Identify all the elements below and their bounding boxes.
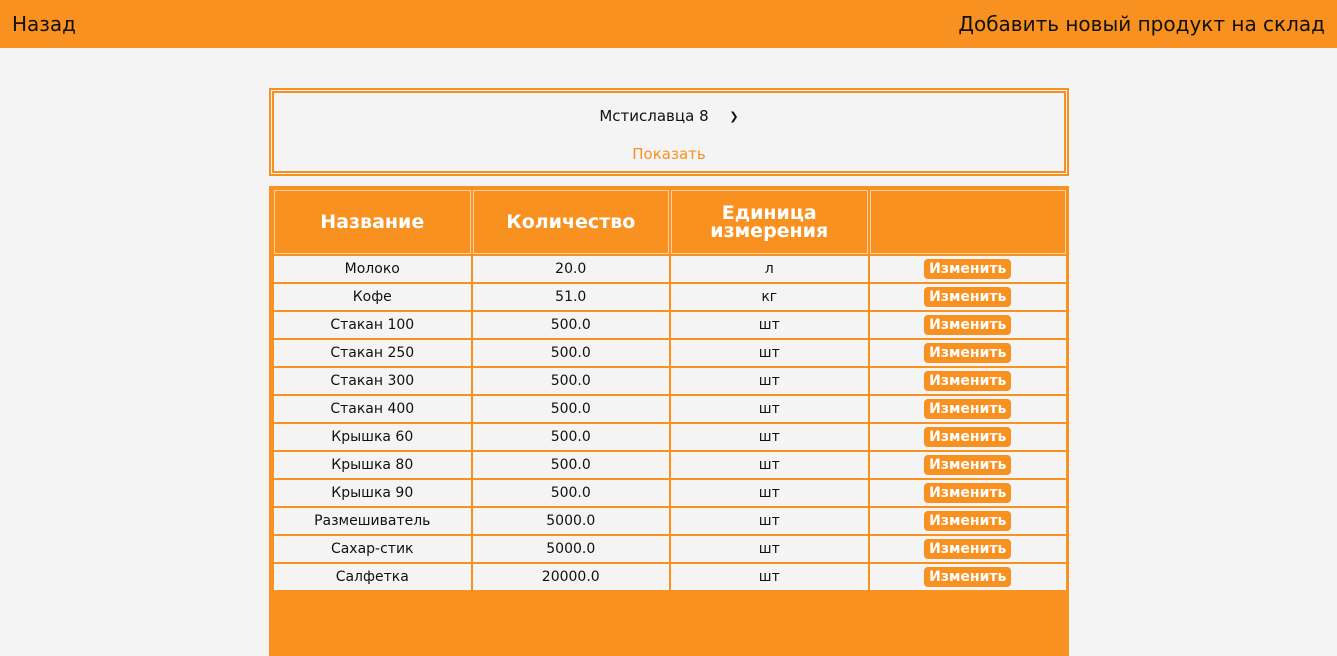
cell-unit: шт [671,508,868,534]
edit-button[interactable]: Изменить [924,427,1012,447]
cell-unit: шт [671,452,868,478]
edit-button[interactable]: Изменить [924,455,1012,475]
cell-unit: шт [671,564,868,590]
cell-quantity: 5000.0 [472,508,669,534]
cell-quantity: 500.0 [472,340,669,366]
cell-quantity: 500.0 [472,368,669,394]
cell-unit: шт [671,340,868,366]
edit-button[interactable]: Изменить [924,371,1012,391]
cell-actions: Изменить [869,312,1066,338]
table-row: Крышка 80 500.0 шт Изменить [274,452,1066,478]
cell-quantity: 5000.0 [472,536,669,562]
edit-button[interactable]: Изменить [924,315,1012,335]
cell-actions: Изменить [869,396,1066,422]
cell-unit: шт [671,424,868,450]
table-row: Молоко 20.0 л Изменить [274,256,1066,282]
cell-name: Размешиватель [274,508,471,534]
cell-name: Салфетка [274,564,471,590]
cell-name: Крышка 90 [274,480,471,506]
cell-unit: шт [671,480,868,506]
table-row: Кофе 51.0 кг Изменить [274,284,1066,310]
cell-unit: шт [671,396,868,422]
cell-quantity: 500.0 [472,396,669,422]
show-button[interactable]: Показать [274,145,1064,163]
cell-name: Стакан 100 [274,312,471,338]
cell-actions: Изменить [869,368,1066,394]
table-row: Крышка 90 500.0 шт Изменить [274,480,1066,506]
cell-name: Молоко [274,256,471,282]
cell-unit: шт [671,312,868,338]
cell-name: Стакан 250 [274,340,471,366]
cell-quantity: 500.0 [472,312,669,338]
cell-actions: Изменить [869,340,1066,366]
cell-actions: Изменить [869,256,1066,282]
cell-quantity: 500.0 [472,480,669,506]
header-unit: Единица измерения [671,190,868,254]
table-row: Крышка 60 500.0 шт Изменить [274,424,1066,450]
location-select-value: Мстиславца 8 [599,107,709,125]
cell-name: Стакан 300 [274,368,471,394]
table-row: Сахар-стик 5000.0 шт Изменить [274,536,1066,562]
cell-actions: Изменить [869,452,1066,478]
cell-quantity: 20.0 [472,256,669,282]
cell-quantity: 500.0 [472,424,669,450]
edit-button[interactable]: Изменить [924,399,1012,419]
cell-name: Стакан 400 [274,396,471,422]
cell-quantity: 500.0 [472,452,669,478]
cell-quantity: 20000.0 [472,564,669,590]
edit-button[interactable]: Изменить [924,259,1012,279]
table-header-row: Название Количество Единица измерения [274,190,1066,254]
chevron-down-icon: ❯ [729,110,739,123]
cell-actions: Изменить [869,564,1066,590]
cell-name: Крышка 60 [274,424,471,450]
header-quantity: Количество [472,190,669,254]
cell-actions: Изменить [869,284,1066,310]
edit-button[interactable]: Изменить [924,343,1012,363]
cell-unit: кг [671,284,868,310]
table-row: Стакан 400 500.0 шт Изменить [274,396,1066,422]
top-nav-bar: Назад Добавить новый продукт на склад [0,0,1337,48]
edit-button[interactable]: Изменить [924,539,1012,559]
cell-name: Сахар-стик [274,536,471,562]
header-actions [869,190,1066,254]
cell-actions: Изменить [869,480,1066,506]
table-row: Стакан 250 500.0 шт Изменить [274,340,1066,366]
cell-unit: л [671,256,868,282]
stock-table-container: Название Количество Единица измерения Мо… [269,186,1069,656]
table-row: Стакан 300 500.0 шт Изменить [274,368,1066,394]
cell-quantity: 51.0 [472,284,669,310]
edit-button[interactable]: Изменить [924,287,1012,307]
cell-name: Крышка 80 [274,452,471,478]
header-name: Название [274,190,471,254]
edit-button[interactable]: Изменить [924,483,1012,503]
back-link[interactable]: Назад [12,0,76,48]
edit-button[interactable]: Изменить [924,567,1012,587]
stock-table: Название Количество Единица измерения Мо… [272,188,1068,592]
add-product-link[interactable]: Добавить новый продукт на склад [958,0,1325,48]
cell-unit: шт [671,536,868,562]
cell-name: Кофе [274,284,471,310]
table-row: Размешиватель 5000.0 шт Изменить [274,508,1066,534]
location-filter-panel: Мстиславца 8 ❯ Показать [269,88,1069,176]
cell-actions: Изменить [869,508,1066,534]
table-row: Стакан 100 500.0 шт Изменить [274,312,1066,338]
cell-actions: Изменить [869,536,1066,562]
table-row: Салфетка 20000.0 шт Изменить [274,564,1066,590]
cell-unit: шт [671,368,868,394]
cell-actions: Изменить [869,424,1066,450]
location-select[interactable]: Мстиславца 8 ❯ [595,105,742,127]
edit-button[interactable]: Изменить [924,511,1012,531]
